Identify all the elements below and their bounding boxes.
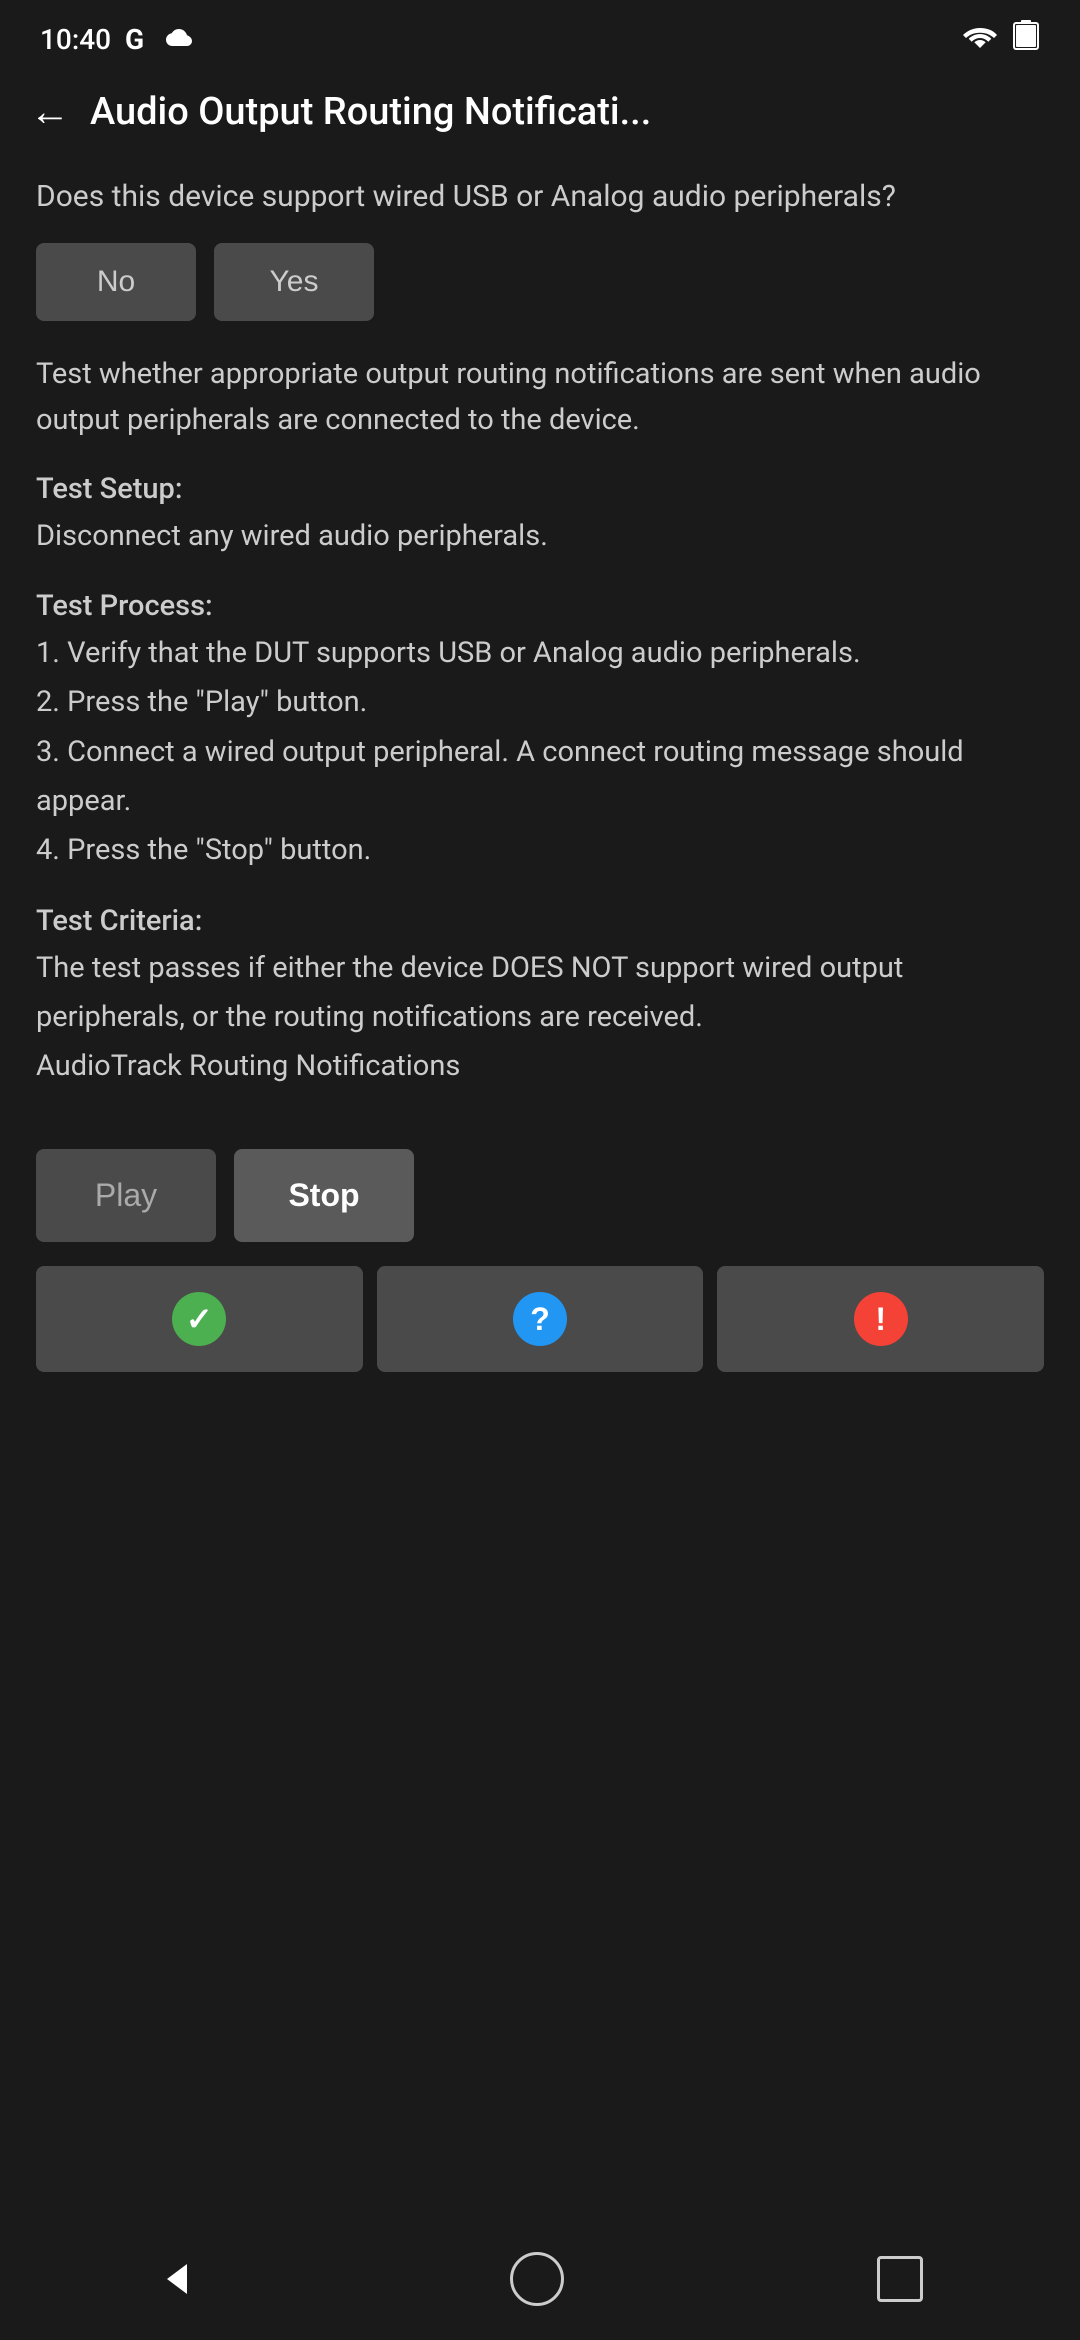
main-content: Does this device support wired USB or An… <box>0 154 1080 2224</box>
test-setup-title: Test Setup: <box>36 472 1044 506</box>
yes-button[interactable]: Yes <box>214 243 374 321</box>
nav-back-button[interactable] <box>157 2259 197 2299</box>
test-process-body: 1. Verify that the DUT supports USB or A… <box>36 629 1044 875</box>
exclaim-icon: ! <box>854 1292 908 1346</box>
nav-home-button[interactable] <box>510 2252 564 2306</box>
home-circle-icon <box>510 2252 564 2306</box>
time-display: 10:40 <box>40 23 111 56</box>
pass-button[interactable]: ✓ <box>36 1266 363 1372</box>
test-criteria-body: The test passes if either the device DOE… <box>36 944 1044 1092</box>
recent-square-icon <box>877 2256 923 2302</box>
description-text: Test whether appropriate output routing … <box>36 351 1044 444</box>
test-setup-body: Disconnect any wired audio peripherals. <box>36 512 1044 561</box>
question-text: Does this device support wired USB or An… <box>36 174 1044 219</box>
stop-button[interactable]: Stop <box>234 1149 414 1242</box>
check-icon: ✓ <box>172 1292 226 1346</box>
test-process-title: Test Process: <box>36 589 1044 623</box>
result-buttons: ✓ ? ! <box>36 1266 1044 1372</box>
cloud-icon <box>158 23 194 56</box>
test-criteria-title: Test Criteria: <box>36 904 1044 938</box>
question-icon: ? <box>513 1292 567 1346</box>
back-button[interactable]: ← <box>30 92 70 132</box>
nav-bar <box>0 2224 1080 2340</box>
google-icon: G <box>125 23 144 56</box>
status-right <box>962 18 1040 60</box>
status-left: 10:40 G <box>40 23 194 56</box>
battery-icon <box>1012 18 1040 60</box>
play-button[interactable]: Play <box>36 1149 216 1242</box>
page-title: Audio Output Routing Notificati... <box>90 90 1050 134</box>
fail-button[interactable]: ! <box>717 1266 1044 1372</box>
yes-no-buttons: No Yes <box>36 243 1044 321</box>
wifi-icon <box>962 20 998 58</box>
status-bar: 10:40 G <box>0 0 1080 70</box>
no-button[interactable]: No <box>36 243 196 321</box>
info-button[interactable]: ? <box>377 1266 704 1372</box>
nav-recent-button[interactable] <box>877 2256 923 2302</box>
action-buttons: Play Stop <box>36 1149 1044 1242</box>
toolbar: ← Audio Output Routing Notificati... <box>0 70 1080 154</box>
